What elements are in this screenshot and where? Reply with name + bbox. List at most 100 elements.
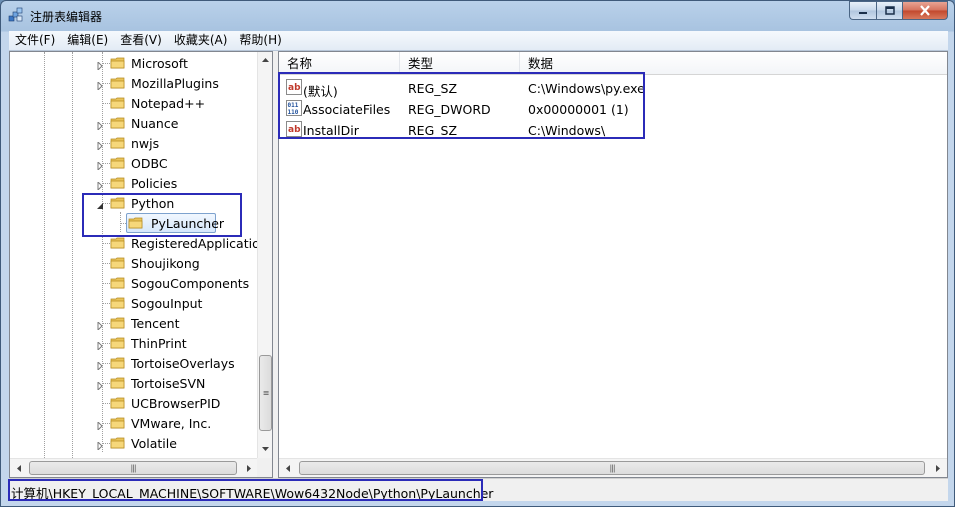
collapsed-arrow-icon[interactable] — [96, 439, 104, 452]
tree-item[interactable]: Tencent — [10, 313, 257, 333]
tree-item[interactable]: Microsoft — [10, 53, 257, 73]
scroll-thumb[interactable]: ||| — [299, 461, 925, 475]
menu-favorites[interactable]: 收藏夹(A) — [168, 31, 234, 50]
tree-guide-line — [102, 283, 110, 284]
folder-icon — [110, 435, 126, 451]
scroll-right-button[interactable] — [929, 459, 946, 477]
collapsed-arrow-icon[interactable] — [96, 159, 104, 172]
tree-item-label: PyLauncher — [151, 216, 225, 231]
value-name: AssociateFiles — [303, 102, 391, 117]
collapsed-arrow-icon[interactable] — [96, 319, 104, 332]
svg-text:ab: ab — [288, 83, 301, 93]
arrow-left-icon — [16, 464, 21, 472]
tree-item[interactable]: Volatile — [10, 433, 257, 453]
tree-item[interactable]: ThinPrint — [10, 333, 257, 353]
tree-item-label: RegisteredApplications — [131, 236, 257, 251]
folder-icon — [110, 315, 126, 331]
scroll-thumb[interactable]: ||| — [29, 461, 237, 475]
collapsed-arrow-icon[interactable] — [96, 59, 104, 72]
menu-view[interactable]: 查看(V) — [114, 31, 168, 50]
tree-item[interactable]: RegisteredApplications — [10, 233, 257, 253]
folder-icon — [110, 175, 126, 191]
grip-icon: ||| — [609, 463, 615, 473]
tree-item[interactable]: TortoiseSVN — [10, 373, 257, 393]
folder-icon — [110, 295, 126, 311]
tree-item-label: SogouComponents — [131, 276, 250, 291]
tree-guide-line — [102, 243, 110, 244]
list-item[interactable]: ab (默认) REG_SZ C:\Windows\py.exe — [279, 77, 947, 99]
collapsed-arrow-icon[interactable] — [96, 359, 104, 372]
collapsed-arrow-icon[interactable] — [96, 179, 104, 192]
tree-item[interactable]: ODBC — [10, 153, 257, 173]
tree-item[interactable]: MozillaPlugins — [10, 73, 257, 93]
tree-item[interactable]: Python — [10, 193, 257, 213]
string-value-icon: ab — [286, 79, 302, 95]
tree-item-label: Tencent — [131, 316, 180, 331]
tree-item[interactable]: PyLauncher — [10, 213, 257, 233]
tree-vertical-scrollbar[interactable]: ≡ — [257, 52, 272, 458]
title-bar[interactable]: 注册表编辑器 — [1, 1, 954, 31]
menu-file[interactable]: 文件(F) — [9, 31, 61, 50]
folder-icon — [110, 135, 126, 151]
collapsed-arrow-icon[interactable] — [96, 379, 104, 392]
values-list-pane[interactable]: 名称 类型 数据 ab (默认) REG_SZ C:\Windows\py.exe 01… — [278, 51, 948, 478]
tree-item[interactable]: SogouInput — [10, 293, 257, 313]
tree-item[interactable]: nwjs — [10, 133, 257, 153]
tree-item-label: Volatile — [131, 436, 177, 451]
caption-buttons — [849, 1, 948, 20]
scroll-left-button[interactable] — [279, 459, 296, 477]
tree-horizontal-scrollbar[interactable]: ||| — [10, 458, 257, 477]
tree-item[interactable]: VMware, Inc. — [10, 413, 257, 433]
tree-item[interactable]: Notepad++ — [10, 93, 257, 113]
menu-edit[interactable]: 编辑(E) — [61, 31, 114, 50]
folder-icon — [110, 155, 126, 171]
column-header-type[interactable]: 类型 — [400, 52, 520, 74]
list-header: 名称 类型 数据 — [279, 52, 947, 75]
tree-item-label: TortoiseOverlays — [131, 356, 235, 371]
minimize-button[interactable] — [849, 1, 876, 20]
value-data: C:\Windows\py.exe — [528, 81, 645, 96]
maximize-button[interactable] — [876, 1, 902, 20]
tree-item-label: Notepad++ — [131, 96, 206, 111]
folder-icon — [110, 415, 126, 431]
tree-item[interactable]: Nuance — [10, 113, 257, 133]
value-name: InstallDir — [303, 123, 359, 138]
list-item[interactable]: 011 110 AssociateFiles REG_DWORD 0x00000001 … — [279, 98, 947, 119]
scroll-down-button[interactable] — [258, 441, 272, 457]
tree-item-label: ODBC — [131, 156, 168, 171]
collapsed-arrow-icon[interactable] — [96, 79, 104, 92]
scroll-right-button[interactable] — [240, 459, 257, 477]
tree-item-label: Policies — [131, 176, 178, 191]
tree-guide-line — [102, 103, 110, 104]
tree-item-label: nwjs — [131, 136, 160, 151]
tree-item[interactable]: UCBrowserPID — [10, 393, 257, 413]
key-tree[interactable]: Microsoft MozillaPlugins Notepad++ Nuance nw… — [10, 52, 257, 458]
collapsed-arrow-icon[interactable] — [96, 339, 104, 352]
client-area: Microsoft MozillaPlugins Notepad++ Nuance nw… — [9, 51, 948, 478]
folder-icon — [110, 55, 126, 71]
expanded-arrow-icon[interactable] — [96, 199, 104, 209]
arrow-up-icon — [262, 58, 269, 62]
scroll-left-button[interactable] — [10, 459, 27, 477]
tree-item-label: Shoujikong — [131, 256, 200, 271]
scroll-up-button[interactable] — [258, 52, 272, 68]
value-type: REG_DWORD — [408, 102, 491, 117]
collapsed-arrow-icon[interactable] — [96, 419, 104, 432]
menu-help[interactable]: 帮助(H) — [233, 31, 287, 50]
tree-item-label: Nuance — [131, 116, 179, 131]
collapsed-arrow-icon[interactable] — [96, 119, 104, 132]
column-header-name[interactable]: 名称 — [279, 52, 400, 74]
svg-text:ab: ab — [288, 125, 301, 135]
arrow-left-icon — [285, 464, 290, 472]
tree-item[interactable]: Shoujikong — [10, 253, 257, 273]
close-button[interactable] — [902, 1, 948, 20]
tree-item[interactable]: Policies — [10, 173, 257, 193]
tree-item[interactable]: TortoiseOverlays — [10, 353, 257, 373]
list-horizontal-scrollbar[interactable]: ||| — [279, 458, 947, 477]
list-item[interactable]: ab InstallDir REG_SZ C:\Windows\ — [279, 119, 947, 140]
scroll-thumb[interactable]: ≡ — [259, 355, 272, 431]
collapsed-arrow-icon[interactable] — [96, 139, 104, 152]
column-header-data[interactable]: 数据 — [520, 52, 947, 74]
key-tree-pane[interactable]: Microsoft MozillaPlugins Notepad++ Nuance nw… — [9, 51, 273, 478]
tree-item[interactable]: SogouComponents — [10, 273, 257, 293]
